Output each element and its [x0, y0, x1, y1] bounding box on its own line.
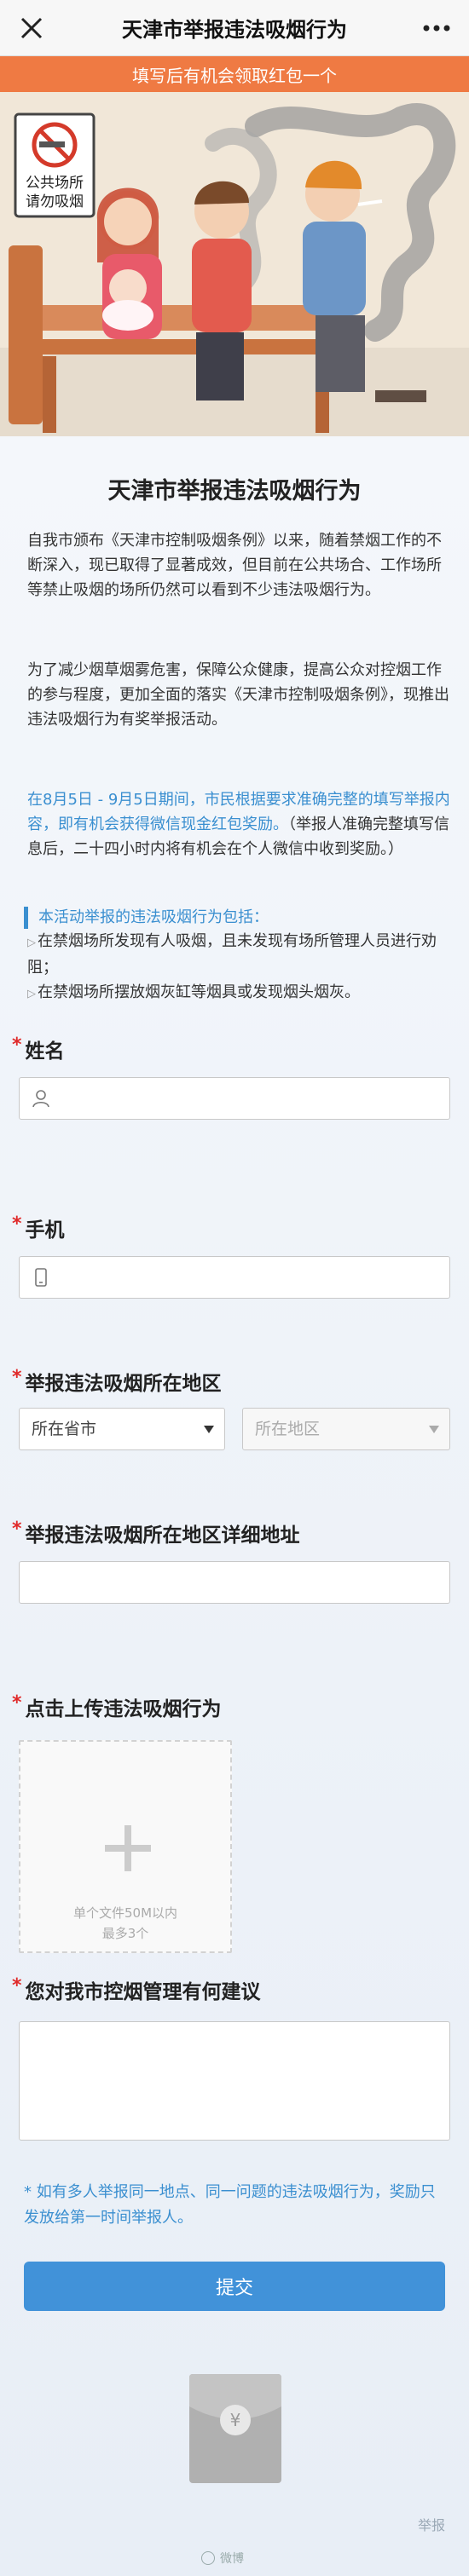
- sign-text-2: 请勿吸烟: [26, 193, 84, 210]
- suggestion-textarea[interactable]: [19, 2021, 450, 2141]
- required-mark: *: [12, 1213, 22, 1235]
- submit-button[interactable]: 提交: [24, 2262, 445, 2311]
- suggestion-label-text: 您对我市控烟管理有何建议: [25, 1981, 261, 2003]
- chevron-down-icon: [429, 1426, 439, 1433]
- rule-item: ▷ 在禁烟场所发现有人吸烟，且未发现有场所管理人员进行劝阻；: [24, 929, 455, 980]
- intro-paragraph-3: 在8月5日 - 9月5日期间，市民根据要求准确完整的填写举报内容，即有机会获得微…: [27, 787, 452, 862]
- form-content: 天津市举报违法吸烟行为 自我市颁布《天津市控制吸烟条例》以来，随着禁烟工作的不断…: [0, 436, 469, 2576]
- upload-dropzone[interactable]: 单个文件50M以内 最多3个: [19, 1740, 232, 1953]
- name-label: * 姓名: [12, 1034, 65, 1063]
- reward-rule-note: * 如有多人举报同一地点、同一问题的违法吸烟行为，奖励只发放给第一时间举报人。: [24, 2183, 436, 2227]
- intro-paragraph-1: 自我市颁布《天津市控制吸烟条例》以来，随着禁烟工作的不断深入，现已取得了显著成效…: [27, 532, 442, 599]
- required-mark: *: [12, 1519, 22, 1540]
- page-title: 天津市举报违法吸烟行为: [122, 18, 347, 42]
- plus-icon-vertical: [124, 1825, 131, 1871]
- rule-item: ▷ 在禁烟场所摆放烟灰缸等烟具或发现烟头烟灰。: [24, 980, 455, 1006]
- top-nav-bar: 天津市举报违法吸烟行为: [0, 0, 469, 56]
- triangle-bullet-icon: ▷: [27, 988, 36, 1000]
- phone-label: * 手机: [12, 1213, 65, 1242]
- province-select-value: 所在省市: [32, 1420, 97, 1438]
- phone-input[interactable]: [19, 1256, 450, 1299]
- required-mark: *: [12, 1034, 22, 1056]
- svg-text:¥: ¥: [230, 2410, 241, 2430]
- suggestion-label: * 您对我市控烟管理有何建议: [12, 1975, 261, 2004]
- article-title: 天津市举报违法吸烟行为: [107, 478, 362, 504]
- address-label: * 举报违法吸烟所在地区详细地址: [12, 1519, 300, 1547]
- more-options-icon[interactable]: [420, 14, 454, 43]
- intro-paragraph-2: 为了减少烟草烟雾危害，保障公众健康，提高公众对控烟工作的参与程度，更加全面的落实…: [27, 661, 449, 729]
- required-mark: *: [12, 1367, 22, 1388]
- phone-label-text: 手机: [25, 1219, 65, 1242]
- name-input[interactable]: [19, 1077, 450, 1120]
- triangle-bullet-icon: ▷: [27, 936, 36, 949]
- promo-banner: 填写后有机会领取红包一个: [0, 56, 469, 92]
- red-envelope-icon[interactable]: ¥: [188, 2372, 283, 2485]
- chevron-down-icon: [204, 1426, 214, 1433]
- rule-text: 在禁烟场所摆放烟灰缸等烟具或发现烟头烟灰。: [38, 983, 360, 1001]
- region-label-text: 举报违法吸烟所在地区: [25, 1373, 222, 1395]
- hero-illustration: 公共场所 请勿吸烟: [0, 92, 469, 436]
- area-select-value: 所在地区: [255, 1420, 321, 1438]
- region-label: * 举报违法吸烟所在地区: [12, 1367, 222, 1396]
- address-label-text: 举报违法吸烟所在地区详细地址: [25, 1524, 300, 1547]
- required-mark: *: [12, 1975, 22, 1997]
- address-input[interactable]: [19, 1561, 450, 1604]
- upload-label: * 点击上传违法吸烟行为: [12, 1692, 222, 1721]
- area-select[interactable]: 所在地区: [242, 1408, 450, 1450]
- watermark-text: 微博: [220, 2552, 244, 2566]
- phone-icon: [35, 1268, 47, 1287]
- upload-size-hint: 单个文件50M以内: [72, 1905, 178, 1921]
- watermark: 微博: [201, 2550, 244, 2567]
- rules-heading: 本活动举报的违法吸烟行为包括：: [24, 907, 455, 929]
- upload-count-hint: 最多3个: [101, 1926, 149, 1941]
- rule-text: 在禁烟场所发现有人吸烟，且未发现有场所管理人员进行劝阻；: [27, 932, 437, 977]
- user-icon: [32, 1090, 49, 1108]
- required-mark: *: [12, 1692, 22, 1714]
- upload-label-text: 点击上传违法吸烟行为: [25, 1698, 222, 1720]
- province-select[interactable]: 所在省市: [19, 1408, 225, 1450]
- report-link[interactable]: 举报: [418, 2514, 445, 2534]
- sign-text-1: 公共场所: [26, 175, 84, 191]
- rules-list: 本活动举报的违法吸烟行为包括： ▷ 在禁烟场所发现有人吸烟，且未发现有场所管理人员…: [24, 907, 455, 1006]
- close-icon[interactable]: [17, 14, 46, 43]
- name-label-text: 姓名: [25, 1040, 65, 1063]
- weibo-icon: [201, 2551, 215, 2565]
